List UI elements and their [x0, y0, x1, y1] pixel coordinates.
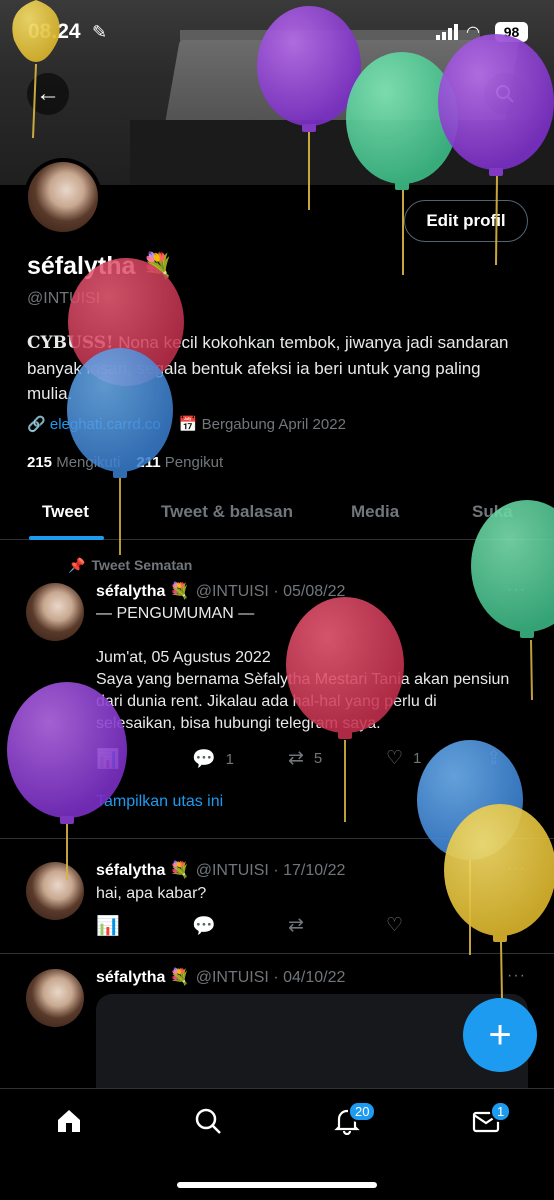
more-icon[interactable]: ···	[507, 967, 526, 985]
reply-button[interactable]: 💬 1	[192, 747, 234, 771]
nav-home[interactable]	[55, 1107, 83, 1142]
tab-indicator	[29, 536, 104, 540]
reply-button[interactable]: 💬	[192, 914, 216, 938]
retweet-icon: ⇄	[288, 748, 304, 769]
tweet-text: — PENGUMUMAN — Jum'at, 05 Agustus 2022 S…	[96, 605, 510, 732]
show-thread-link[interactable]: Tampilkan utas ini	[96, 793, 223, 811]
profile-handle: @INTUISI	[27, 290, 101, 307]
tweet-author: séfalytha 💐 @INTUISI · 17/10/22	[96, 862, 346, 879]
battery-indicator: 98	[495, 22, 528, 42]
pin-icon: 📌	[68, 557, 86, 573]
tab-media[interactable]: Media	[351, 502, 399, 522]
reply-icon: 💬	[192, 916, 216, 937]
tweet-card[interactable]: 📌 Tweet Sematan séfalytha 💐 @INTUISI · 05/…	[0, 541, 554, 839]
tweet-avatar[interactable]	[26, 583, 84, 641]
nav-search[interactable]	[194, 1107, 222, 1142]
reply-icon: 💬	[192, 749, 216, 770]
arrow-left-icon: ←	[36, 80, 60, 107]
analytics-icon: 📊	[96, 749, 120, 770]
home-indicator	[177, 1182, 377, 1188]
tweet-card[interactable]: séfalytha 💐 @INTUISI · 17/10/22 ··· hai, …	[0, 840, 554, 954]
heart-icon: ♡	[386, 915, 404, 936]
profile-tabs: Tweet Tweet & balasan Media Suka	[0, 490, 554, 540]
pencil-icon: ✎	[92, 22, 108, 42]
heart-icon: ♡	[386, 748, 404, 769]
tweet-author: séfalytha 💐 @INTUISI · 05/08/22	[96, 583, 346, 600]
profile-link[interactable]: 🔗 eleghati.carrd.co	[27, 415, 161, 433]
pinned-label: 📌 Tweet Sematan	[68, 557, 193, 573]
status-time: 08.24	[28, 20, 81, 43]
tweet-avatar[interactable]	[26, 969, 84, 1027]
tweet-meta: @INTUISI · 05/08/22	[195, 583, 346, 600]
edit-profile-button[interactable]: Edit profil	[404, 200, 528, 242]
calendar-icon: 📅	[178, 416, 198, 433]
more-icon[interactable]: ···	[507, 860, 526, 878]
profile-bio: CYBUSS! Nona kecil kokohkan tembok, jiwa…	[27, 330, 517, 406]
share-button[interactable]: ⇪	[486, 747, 502, 770]
search-icon	[195, 1108, 221, 1134]
tweet-meta: @INTUISI · 17/10/22	[195, 862, 346, 879]
tweet-avatar[interactable]	[26, 862, 84, 920]
signal-icon	[436, 24, 458, 40]
like-button[interactable]: ♡ 1	[386, 747, 421, 770]
profile-display-name: séfalytha 💐	[27, 252, 174, 280]
home-icon	[58, 1110, 80, 1132]
bio-bold: CYBUSS!	[27, 333, 114, 353]
retweet-button[interactable]: ⇄	[288, 914, 304, 937]
followers-link[interactable]: 211 Pengikut	[136, 454, 223, 471]
tweet-actions: 📊 💬 1 ⇄ 5 ♡ 1 ⇪	[96, 747, 516, 771]
analytics-button[interactable]: 📊	[96, 747, 120, 771]
link-icon: 🔗	[27, 416, 46, 433]
follow-counts: 215 Mengikuti 211 Pengikut	[27, 454, 223, 471]
analytics-icon: 📊	[96, 916, 120, 937]
tab-likes[interactable]: Suka	[472, 502, 513, 522]
more-icon[interactable]: ···	[507, 581, 526, 599]
profile-avatar[interactable]	[24, 158, 102, 236]
retweet-icon: ⇄	[288, 915, 304, 936]
back-button[interactable]: ←	[27, 73, 69, 115]
share-icon: ⇪	[486, 748, 502, 769]
profile-joined: 📅 Bergabung April 2022	[178, 416, 346, 433]
status-bar: 08.24 ✎ ◠ 98	[0, 0, 554, 60]
profile-meta: 🔗 eleghati.carrd.co 📅 Bergabung April 20…	[27, 415, 346, 433]
tweet-meta: @INTUISI · 04/10/22	[195, 969, 346, 986]
tweet-text: hai, apa kabar?	[96, 885, 207, 902]
compose-tweet-button[interactable]: +	[463, 998, 537, 1072]
following-link[interactable]: 215 Mengikuti	[27, 454, 120, 471]
analytics-button[interactable]: 📊	[96, 914, 120, 938]
tab-tweet-replies[interactable]: Tweet & balasan	[161, 502, 293, 522]
search-icon	[496, 85, 514, 103]
tweet-actions: 📊 💬 ⇄ ♡	[96, 914, 516, 938]
like-button[interactable]: ♡	[386, 914, 403, 937]
tab-tweet[interactable]: Tweet	[42, 502, 89, 522]
tweet-author: séfalytha 💐 @INTUISI · 04/10/22	[96, 969, 346, 986]
notifications-badge: 20	[348, 1101, 377, 1122]
plus-icon: +	[488, 1012, 512, 1057]
search-button[interactable]	[484, 73, 526, 115]
messages-badge: 1	[490, 1101, 512, 1122]
wifi-icon: ◠	[466, 24, 480, 41]
retweet-button[interactable]: ⇄ 5	[288, 747, 322, 770]
